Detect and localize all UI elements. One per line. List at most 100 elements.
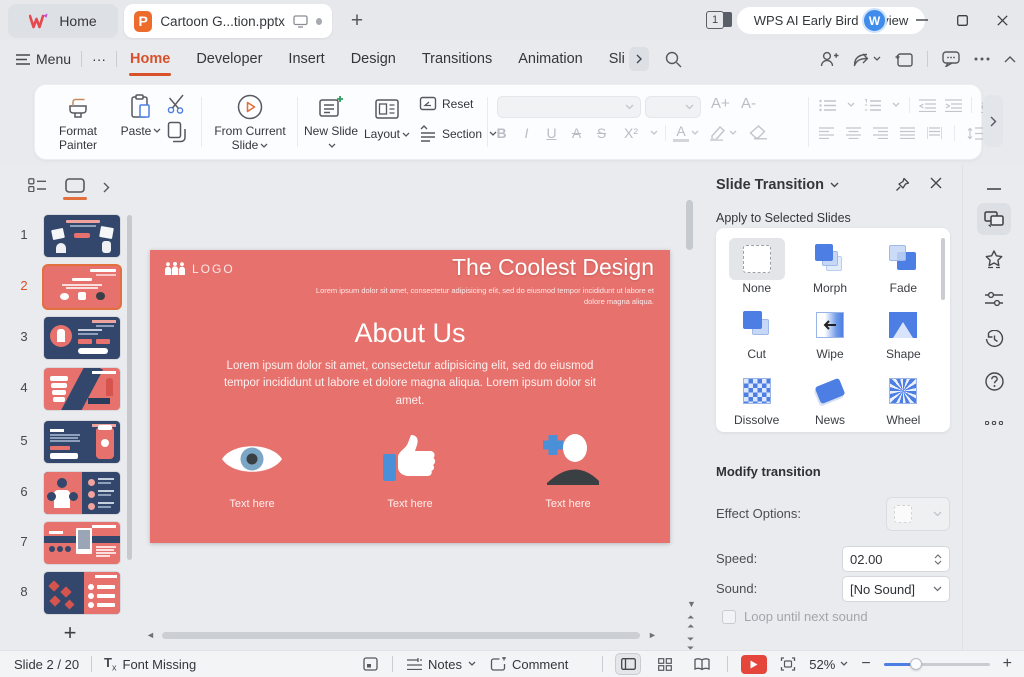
format-painter-button[interactable]: Format Painter: [47, 92, 109, 152]
ribbon-tab-developer[interactable]: Developer: [183, 45, 275, 73]
menu-overflow-button[interactable]: ···: [82, 44, 116, 74]
share-button[interactable]: [853, 51, 881, 67]
zoom-in-button[interactable]: +: [1003, 655, 1012, 673]
account-avatar[interactable]: W: [862, 8, 887, 33]
feature-likes[interactable]: Text here: [355, 428, 465, 510]
slide-sorter-view-button[interactable]: [653, 654, 677, 674]
distribute-button[interactable]: [927, 127, 942, 139]
thumbnail-scrollbar[interactable]: [127, 215, 132, 560]
transition-shape[interactable]: Shape: [867, 300, 940, 364]
feature-followers[interactable]: Text here: [513, 428, 623, 510]
eraser-button[interactable]: [749, 125, 768, 140]
transition-none[interactable]: None: [720, 234, 793, 298]
tabs-overflow-chevron[interactable]: [629, 47, 649, 71]
wps-ai-preview-button[interactable]: WPS AI Early Bird Preview: [737, 7, 925, 34]
expand-panel-chevron[interactable]: [103, 182, 110, 193]
slideshow-play-button[interactable]: [741, 655, 767, 674]
menu-button[interactable]: Menu: [6, 44, 81, 74]
section-button[interactable]: Section: [419, 125, 497, 142]
editor-canvas[interactable]: LOGO The Coolest Design Lorem ipsum dolo…: [138, 165, 700, 650]
zoom-slider-handle[interactable]: [910, 658, 922, 670]
horizontal-scrollbar[interactable]: [162, 632, 640, 639]
checkbox-icon[interactable]: [722, 610, 736, 624]
new-tab-button[interactable]: +: [344, 8, 370, 34]
close-panel-icon[interactable]: [930, 177, 942, 189]
superscript-button[interactable]: X²: [614, 125, 648, 141]
new-slide-button[interactable]: New Slide: [303, 92, 359, 152]
vertical-scrollbar[interactable]: [686, 200, 693, 250]
decrease-font-size-button[interactable]: A-: [741, 95, 756, 112]
scroll-left-arrow[interactable]: ◄: [146, 631, 155, 640]
line-spacing-button[interactable]: [967, 127, 983, 140]
collapse-sidebar-button[interactable]: [977, 173, 1011, 205]
font-family-select[interactable]: [497, 96, 641, 118]
slide-thumbnail-1[interactable]: 1: [0, 215, 130, 259]
comment-button[interactable]: Comment: [490, 657, 568, 672]
slide-title-text[interactable]: The Coolest Design: [452, 254, 654, 281]
transition-cut[interactable]: Cut: [720, 300, 793, 364]
ribbon-tab-animation[interactable]: Animation: [505, 45, 595, 73]
slide-subtitle-text[interactable]: Lorem ipsum dolor sit amet, consectetur …: [304, 286, 654, 308]
loop-sound-checkbox-row[interactable]: Loop until next sound: [722, 609, 868, 624]
from-current-slide-button[interactable]: From Current Slide: [207, 92, 293, 152]
transition-morph[interactable]: Morph: [793, 234, 866, 298]
notes-button[interactable]: Notes: [407, 657, 476, 672]
slide-thumbnail-5[interactable]: 5: [0, 421, 130, 465]
paste-button[interactable]: Paste: [115, 92, 167, 138]
cut-button[interactable]: [167, 94, 189, 114]
settings-sliders-button[interactable]: [977, 283, 1011, 315]
document-tab[interactable]: P Cartoon G...tion.pptx: [124, 4, 332, 38]
panel-title[interactable]: Slide Transition: [716, 177, 839, 193]
slide-heading-text[interactable]: About Us: [150, 318, 670, 349]
slide-thumbnail-3[interactable]: 3: [0, 317, 130, 361]
slide-body-text[interactable]: Lorem ipsum dolor sit amet, consectetur …: [210, 358, 610, 410]
search-icon[interactable]: [665, 51, 682, 68]
transition-wheel[interactable]: Wheel: [867, 366, 940, 430]
more-options-icon[interactable]: [974, 57, 990, 61]
slide-thumbnail-7[interactable]: 7: [0, 522, 130, 566]
ribbon-tab-slideshow-truncated[interactable]: Sli: [596, 45, 627, 73]
slide-thumbnail-8[interactable]: 8: [0, 572, 130, 616]
normal-view-button[interactable]: [616, 654, 640, 674]
more-tools-button[interactable]: [977, 407, 1011, 439]
ribbon-tab-insert[interactable]: Insert: [275, 45, 337, 73]
transition-wipe[interactable]: Wipe: [793, 300, 866, 364]
transition-dissolve[interactable]: Dissolve: [720, 366, 793, 430]
help-button[interactable]: [977, 365, 1011, 397]
strikethrough-button[interactable]: S: [589, 125, 614, 141]
fit-to-window-button[interactable]: [780, 657, 796, 671]
slide-thumbnail-6[interactable]: 6: [0, 472, 130, 516]
home-tab[interactable]: Home: [8, 4, 118, 38]
bullet-list-button[interactable]: [819, 99, 836, 112]
gallery-scrollbar[interactable]: [941, 238, 945, 300]
add-slide-button[interactable]: +: [58, 620, 82, 646]
justify-button[interactable]: [900, 127, 915, 139]
slide-2-canvas[interactable]: LOGO The Coolest Design Lorem ipsum dolo…: [150, 250, 670, 543]
align-right-button[interactable]: [873, 127, 888, 139]
add-to-toolbar-icon[interactable]: [895, 52, 913, 67]
maximize-button[interactable]: [948, 8, 976, 32]
placeholder-status-icon[interactable]: [363, 657, 378, 671]
font-size-select[interactable]: [645, 96, 701, 118]
increase-font-size-button[interactable]: A+: [711, 95, 730, 112]
zoom-out-button[interactable]: −: [861, 655, 870, 673]
reset-button[interactable]: Reset: [419, 96, 473, 112]
effect-options-select[interactable]: [886, 497, 950, 531]
align-left-button[interactable]: [819, 127, 834, 139]
minimize-button[interactable]: [908, 8, 936, 32]
scroll-right-arrow[interactable]: ►: [648, 631, 657, 640]
slide-view-tab[interactable]: [65, 178, 85, 197]
comment-bubble-icon[interactable]: [942, 51, 960, 67]
transition-news[interactable]: News: [793, 366, 866, 430]
increase-indent-button[interactable]: [945, 99, 962, 112]
char-spacing-button[interactable]: A: [564, 125, 589, 141]
highlight-color-button[interactable]: [709, 125, 727, 141]
slide-thumbnail-4[interactable]: 4: [0, 368, 130, 412]
font-missing-status[interactable]: Tx Font Missing: [104, 655, 196, 673]
slide-thumbnail-2-selected[interactable]: 2: [0, 266, 130, 310]
zoom-slider[interactable]: [884, 663, 990, 666]
effects-star-button[interactable]: [977, 243, 1011, 275]
layout-button[interactable]: Layout: [359, 92, 415, 141]
decrease-indent-button[interactable]: [919, 99, 936, 112]
underline-button[interactable]: U: [539, 125, 564, 141]
